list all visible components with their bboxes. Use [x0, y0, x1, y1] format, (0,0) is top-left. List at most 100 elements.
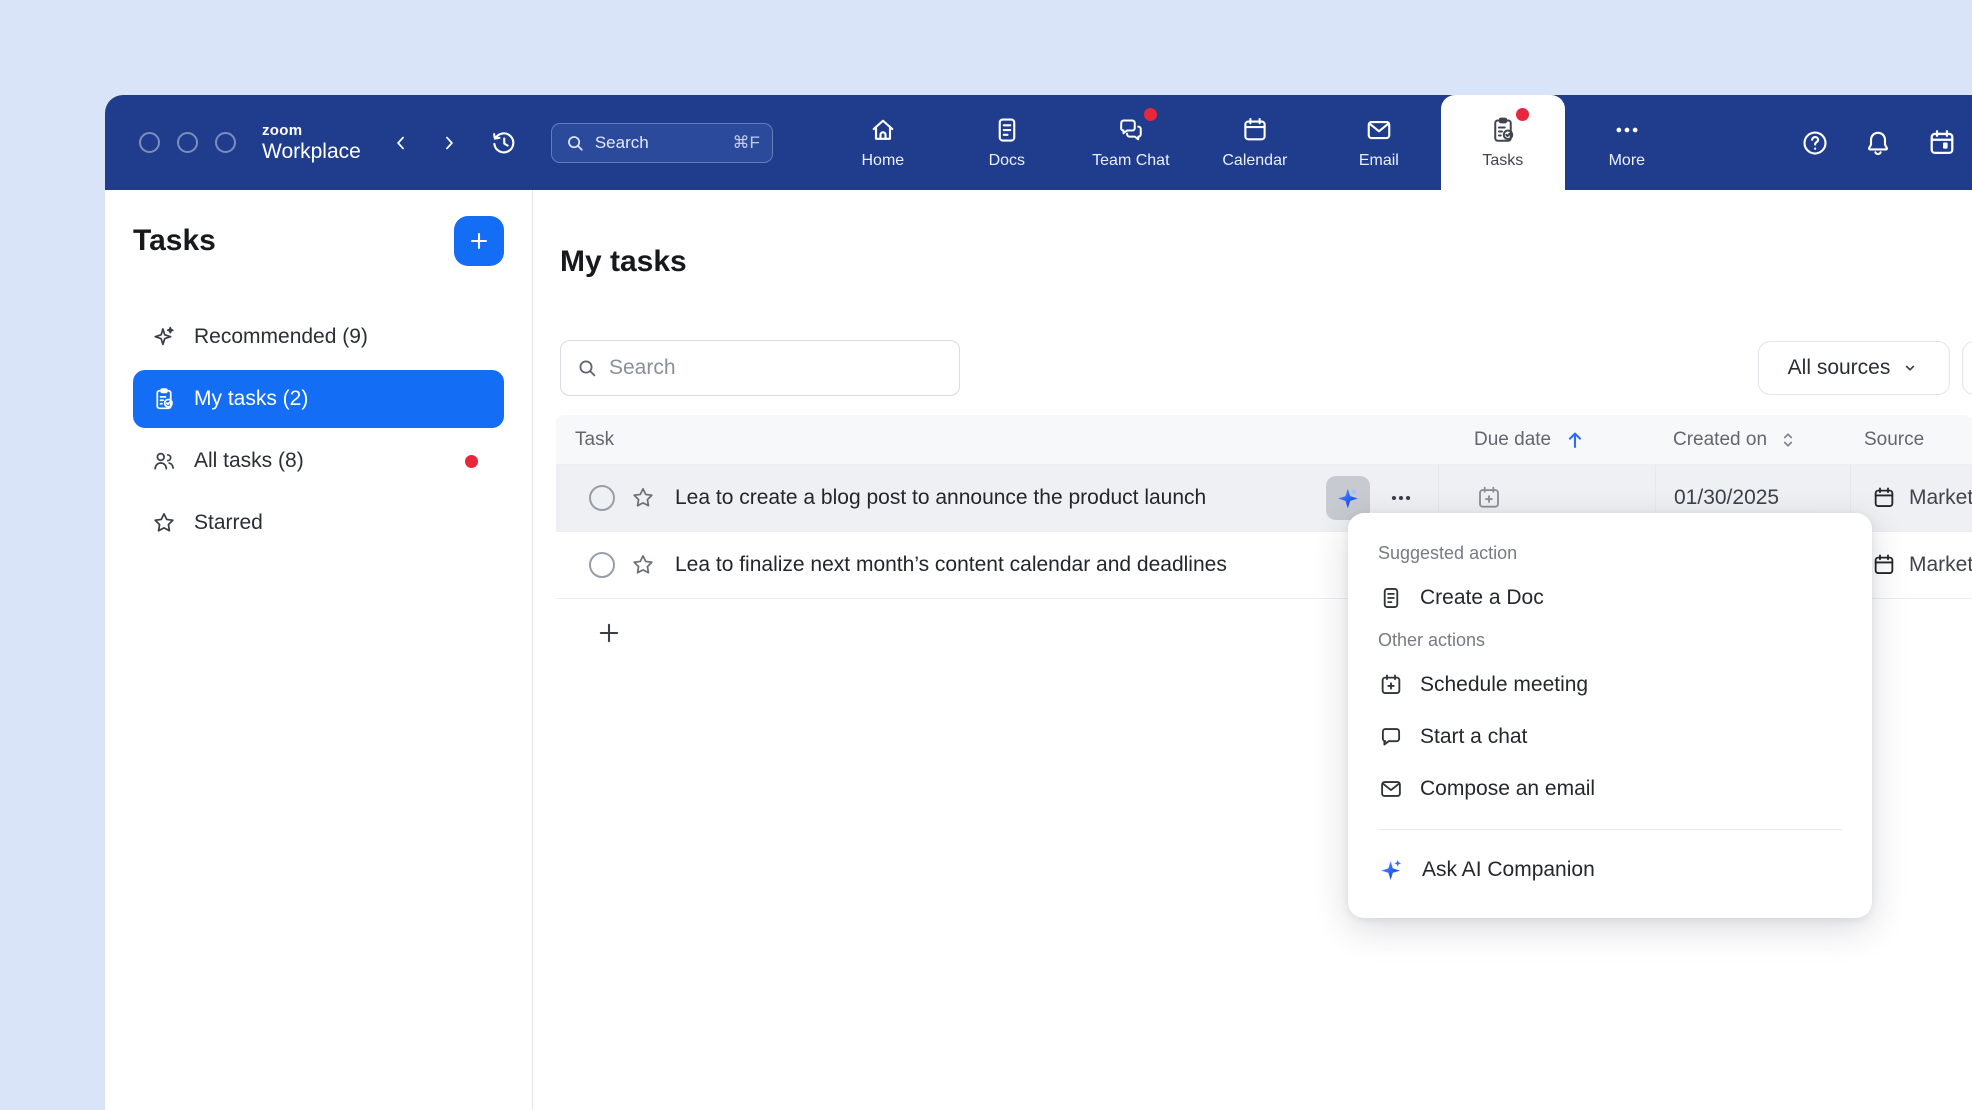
- people-icon: [151, 448, 177, 474]
- nav-item-docs[interactable]: Docs: [945, 95, 1069, 190]
- column-header-task[interactable]: Task: [556, 429, 1438, 451]
- nav-item-tasks[interactable]: Tasks: [1441, 95, 1565, 190]
- top-navbar: zoom Workplace Search ⌘F Ho: [105, 95, 1972, 190]
- sidebar-item-label: All tasks (8): [194, 449, 304, 473]
- window-control-dot[interactable]: [177, 132, 198, 153]
- column-header-due-date[interactable]: Due date: [1438, 428, 1655, 452]
- nav-item-team-chat[interactable]: Team Chat: [1069, 95, 1193, 190]
- nav-item-label: Docs: [989, 152, 1025, 170]
- nav-item-label: Team Chat: [1092, 152, 1169, 170]
- menu-item-label: Create a Doc: [1420, 586, 1544, 610]
- window-controls[interactable]: [139, 132, 236, 153]
- task-complete-checkbox[interactable]: [589, 552, 615, 578]
- menu-item-label: Ask AI Companion: [1422, 858, 1595, 882]
- search-placeholder: Search: [595, 133, 724, 153]
- nav-item-label: Home: [861, 152, 904, 170]
- navbar-right-icons: [1800, 127, 1958, 159]
- global-search-input[interactable]: Search ⌘F: [551, 123, 773, 163]
- search-shortcut: ⌘F: [732, 133, 759, 153]
- tasks-icon: [1488, 115, 1518, 145]
- notifications-bell-icon[interactable]: [1863, 128, 1893, 158]
- schedule-calendar-icon[interactable]: [1926, 127, 1958, 159]
- calendar-source-icon: [1871, 485, 1897, 511]
- nav-item-calendar[interactable]: Calendar: [1193, 95, 1317, 190]
- menu-item-compose-an-email[interactable]: Compose an email: [1378, 763, 1842, 815]
- calendar-plus-icon: [1378, 672, 1404, 698]
- tasks-badge: [1516, 108, 1529, 121]
- clipped-filter-button[interactable]: [1962, 341, 1972, 395]
- source-value: Marketing: [1909, 486, 1972, 510]
- set-due-date-icon[interactable]: [1475, 484, 1503, 512]
- sidebar-title: Tasks: [133, 224, 216, 258]
- menu-item-label: Compose an email: [1420, 777, 1595, 801]
- nav-item-label: More: [1609, 152, 1645, 170]
- new-task-button[interactable]: [454, 216, 504, 266]
- window-control-dot[interactable]: [215, 132, 236, 153]
- help-icon[interactable]: [1800, 128, 1830, 158]
- window-control-dot[interactable]: [139, 132, 160, 153]
- primary-navigation: Home Docs Team Chat Calendar: [821, 95, 1689, 190]
- history-icon[interactable]: [489, 128, 519, 158]
- menu-item-label: Schedule meeting: [1420, 673, 1588, 697]
- all-tasks-unread-dot: [465, 455, 478, 468]
- nav-item-label: Email: [1359, 152, 1399, 170]
- nav-item-label: Tasks: [1482, 152, 1523, 170]
- calendar-icon: [1240, 115, 1270, 145]
- nav-item-label: Calendar: [1222, 152, 1287, 170]
- task-complete-checkbox[interactable]: [589, 485, 615, 511]
- page-title: My tasks: [560, 244, 1972, 280]
- doc-icon: [1378, 585, 1404, 611]
- menu-item-start-a-chat[interactable]: Start a chat: [1378, 711, 1842, 763]
- star-icon[interactable]: [630, 485, 656, 511]
- add-task-button[interactable]: [589, 613, 629, 653]
- menu-item-create-a-doc[interactable]: Create a Doc: [1378, 572, 1842, 624]
- nav-item-home[interactable]: Home: [821, 95, 945, 190]
- sources-filter-dropdown[interactable]: All sources: [1758, 341, 1950, 395]
- email-icon: [1364, 115, 1394, 145]
- suggested-action-label: Suggested action: [1378, 543, 1842, 564]
- sidebar-item-my-tasks[interactable]: My tasks (2): [133, 370, 504, 428]
- sidebar-item-label: Recommended (9): [194, 325, 368, 349]
- envelope-icon: [1378, 776, 1404, 802]
- task-title: Lea to create a blog post to announce th…: [675, 486, 1206, 510]
- back-chevron-icon[interactable]: [391, 133, 411, 153]
- sort-toggle-icon[interactable]: [1777, 429, 1799, 451]
- sort-ascending-icon[interactable]: [1563, 428, 1587, 452]
- other-actions-label: Other actions: [1378, 630, 1842, 651]
- forward-chevron-icon[interactable]: [439, 133, 459, 153]
- sparkle-icon: [151, 324, 177, 350]
- clipboard-check-icon: [151, 386, 177, 412]
- home-icon: [868, 115, 898, 145]
- task-title: Lea to finalize next month’s content cal…: [675, 553, 1227, 577]
- menu-item-schedule-meeting[interactable]: Schedule meeting: [1378, 659, 1842, 711]
- more-actions-icon[interactable]: [1388, 485, 1414, 511]
- table-header: Task Due date Created on: [556, 415, 1972, 465]
- nav-item-more[interactable]: More: [1565, 95, 1689, 190]
- chevron-down-icon: [1900, 358, 1920, 378]
- tasks-sidebar: Tasks Recommended (9) My tasks (2): [105, 190, 533, 1110]
- nav-item-email[interactable]: Email: [1317, 95, 1441, 190]
- created-on-value: 01/30/2025: [1674, 486, 1779, 510]
- docs-icon: [992, 115, 1022, 145]
- sidebar-item-label: My tasks (2): [194, 387, 308, 411]
- tasks-search-input[interactable]: [560, 340, 960, 396]
- logo-zoom-text: zoom: [262, 123, 361, 138]
- menu-item-ask-ai-companion[interactable]: Ask AI Companion: [1378, 844, 1842, 896]
- team-chat-icon: [1116, 115, 1146, 145]
- popup-divider: [1378, 829, 1842, 830]
- calendar-source-icon: [1871, 552, 1897, 578]
- sidebar-item-recommended[interactable]: Recommended (9): [133, 308, 504, 366]
- more-dots-icon: [1612, 115, 1642, 145]
- team-chat-badge: [1144, 108, 1157, 121]
- column-header-source[interactable]: Source: [1850, 429, 1972, 451]
- sidebar-item-starred[interactable]: Starred: [133, 494, 504, 552]
- menu-item-label: Start a chat: [1420, 725, 1527, 749]
- source-value: Marketing: [1909, 553, 1972, 577]
- sources-filter-label: All sources: [1788, 356, 1891, 380]
- star-icon[interactable]: [630, 552, 656, 578]
- zoom-workplace-logo: zoom Workplace: [262, 123, 361, 162]
- sidebar-item-all-tasks[interactable]: All tasks (8): [133, 432, 504, 490]
- column-header-created-on[interactable]: Created on: [1655, 429, 1850, 451]
- suggested-actions-popup: Suggested action Create a Doc Other acti…: [1348, 513, 1872, 918]
- search-icon: [564, 132, 586, 154]
